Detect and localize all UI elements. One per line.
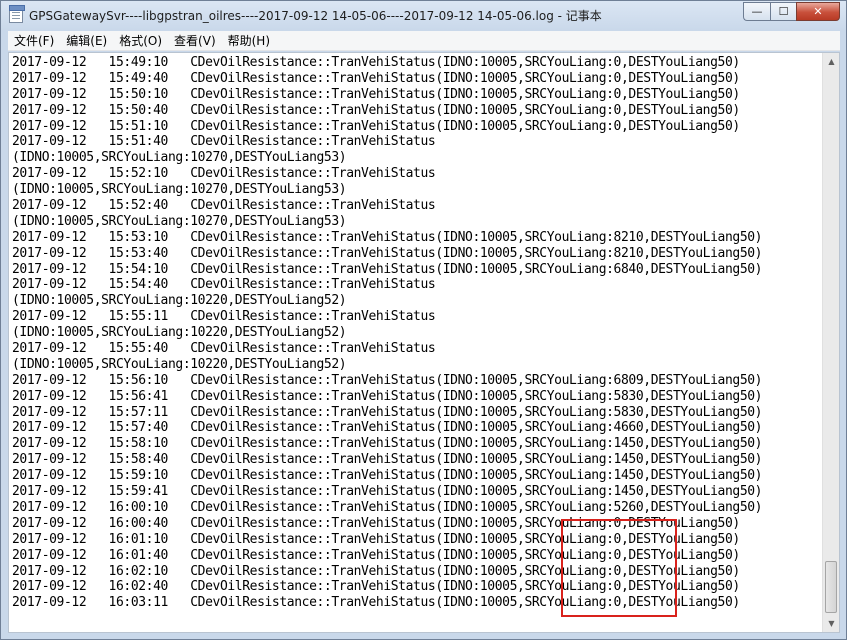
text-editor[interactable]: 2017-09-12 15:49:10 CDevOilResistance::T… xyxy=(8,52,840,633)
text-line: 2017-09-12 15:53:40 CDevOilResistance::T… xyxy=(12,245,763,261)
vertical-scrollbar[interactable]: ▲ ▼ xyxy=(822,53,839,632)
minimize-button[interactable]: — xyxy=(743,2,770,21)
menu-view[interactable]: 查看(V) xyxy=(168,31,222,51)
log-text[interactable]: 2017-09-12 15:49:10 CDevOilResistance::T… xyxy=(12,55,821,632)
text-line: 2017-09-12 15:52:10 CDevOilResistance::T… xyxy=(12,166,436,182)
text-line: (IDNO:10005,SRCYouLiang:10270,DESTYouLia… xyxy=(12,150,347,166)
scroll-down-icon[interactable]: ▼ xyxy=(823,615,839,632)
text-line: 2017-09-12 16:02:10 CDevOilResistance::T… xyxy=(12,563,740,579)
notepad-icon xyxy=(9,5,25,23)
text-line: (IDNO:10005,SRCYouLiang:10220,DESTYouLia… xyxy=(12,293,347,309)
text-line: 2017-09-12 15:55:11 CDevOilResistance::T… xyxy=(12,309,436,325)
menu-help[interactable]: 帮助(H) xyxy=(222,31,276,51)
text-line: (IDNO:10005,SRCYouLiang:10270,DESTYouLia… xyxy=(12,213,347,229)
scroll-thumb[interactable] xyxy=(825,561,837,613)
highlight-annotation xyxy=(561,519,677,617)
window-controls: — ☐ ✕ xyxy=(743,2,840,21)
text-line: 2017-09-12 15:56:41 CDevOilResistance::T… xyxy=(12,388,763,404)
window-title: GPSGatewaySvr----libgpstran_oilres----20… xyxy=(29,9,602,23)
title-bar[interactable]: GPSGatewaySvr----libgpstran_oilres----20… xyxy=(1,1,846,29)
text-line: 2017-09-12 15:58:10 CDevOilResistance::T… xyxy=(12,436,763,452)
text-line: 2017-09-12 15:58:40 CDevOilResistance::T… xyxy=(12,452,763,468)
text-line: (IDNO:10005,SRCYouLiang:10220,DESTYouLia… xyxy=(12,325,347,341)
text-line: 2017-09-12 15:57:40 CDevOilResistance::T… xyxy=(12,420,763,436)
menu-format[interactable]: 格式(O) xyxy=(113,31,168,51)
text-line: 2017-09-12 16:00:10 CDevOilResistance::T… xyxy=(12,499,763,515)
text-line: 2017-09-12 15:51:10 CDevOilResistance::T… xyxy=(12,118,740,134)
text-line: 2017-09-12 16:03:11 CDevOilResistance::T… xyxy=(12,595,740,611)
close-icon: ✕ xyxy=(813,5,823,18)
maximize-button[interactable]: ☐ xyxy=(770,2,796,21)
text-line: 2017-09-12 15:53:10 CDevOilResistance::T… xyxy=(12,229,763,245)
text-line: 2017-09-12 15:50:10 CDevOilResistance::T… xyxy=(12,86,740,102)
text-line: (IDNO:10005,SRCYouLiang:10220,DESTYouLia… xyxy=(12,356,347,372)
scroll-up-icon[interactable]: ▲ xyxy=(823,53,839,70)
text-line: 2017-09-12 15:56:10 CDevOilResistance::T… xyxy=(12,372,763,388)
text-line: 2017-09-12 15:59:10 CDevOilResistance::T… xyxy=(12,468,763,484)
notepad-window: GPSGatewaySvr----libgpstran_oilres----20… xyxy=(0,0,847,640)
text-line: 2017-09-12 15:51:40 CDevOilResistance::T… xyxy=(12,134,436,150)
text-line: 2017-09-12 15:52:40 CDevOilResistance::T… xyxy=(12,198,436,214)
maximize-icon: ☐ xyxy=(778,5,789,18)
close-button[interactable]: ✕ xyxy=(796,2,840,21)
text-line: 2017-09-12 16:02:40 CDevOilResistance::T… xyxy=(12,579,740,595)
text-line: 2017-09-12 16:01:10 CDevOilResistance::T… xyxy=(12,531,740,547)
text-line: 2017-09-12 15:49:10 CDevOilResistance::T… xyxy=(12,55,740,70)
text-line: 2017-09-12 15:54:10 CDevOilResistance::T… xyxy=(12,261,763,277)
text-line: (IDNO:10005,SRCYouLiang:10270,DESTYouLia… xyxy=(12,182,347,198)
menu-file[interactable]: 文件(F) xyxy=(8,31,60,51)
text-line: 2017-09-12 16:00:40 CDevOilResistance::T… xyxy=(12,515,740,531)
minimize-icon: — xyxy=(751,5,763,18)
menu-bar: 文件(F) 编辑(E) 格式(O) 查看(V) 帮助(H) xyxy=(8,31,840,51)
text-line: 2017-09-12 15:54:40 CDevOilResistance::T… xyxy=(12,277,436,293)
text-line: 2017-09-12 15:50:40 CDevOilResistance::T… xyxy=(12,102,740,118)
text-line: 2017-09-12 15:57:11 CDevOilResistance::T… xyxy=(12,404,763,420)
menu-edit[interactable]: 编辑(E) xyxy=(60,31,113,51)
text-line: 2017-09-12 15:59:41 CDevOilResistance::T… xyxy=(12,484,763,500)
text-line: 2017-09-12 15:49:40 CDevOilResistance::T… xyxy=(12,70,740,86)
text-line: 2017-09-12 16:01:40 CDevOilResistance::T… xyxy=(12,547,740,563)
text-line: 2017-09-12 15:55:40 CDevOilResistance::T… xyxy=(12,341,436,357)
